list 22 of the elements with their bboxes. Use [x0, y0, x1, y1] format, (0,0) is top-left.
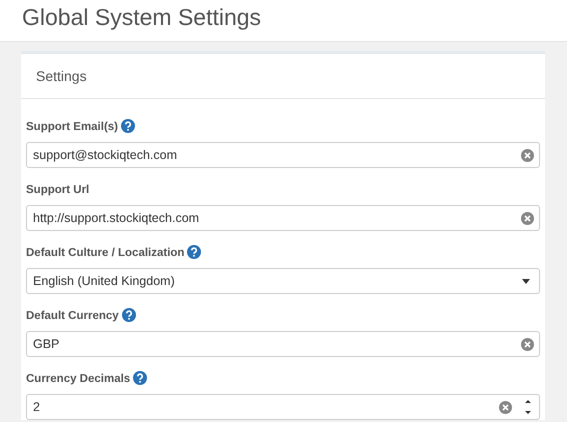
number-field[interactable]: 2 — [26, 394, 540, 420]
clear-icon[interactable] — [521, 212, 534, 224]
help-icon[interactable] — [121, 119, 136, 133]
spinner-icon[interactable] — [524, 398, 532, 416]
field-label: Default Currency — [26, 310, 119, 322]
text-field[interactable]: http://support.stockiqtech.com — [26, 205, 540, 231]
text-field[interactable]: support@stockiqtech.com — [26, 142, 540, 168]
text-field[interactable]: GBP — [26, 331, 540, 357]
dropdown-field[interactable]: English (United Kingdom) — [26, 268, 540, 294]
field-label: Support Email(s) — [26, 121, 118, 133]
help-icon[interactable] — [187, 245, 202, 259]
panel-title: Settings — [36, 66, 87, 86]
field-label: Support Url — [26, 184, 90, 196]
clear-icon[interactable] — [499, 400, 512, 414]
caret-icon[interactable] — [522, 278, 530, 284]
field-label: Currency Decimals — [26, 373, 130, 385]
page-title: Global System Settings — [22, 3, 262, 32]
help-icon[interactable] — [122, 308, 136, 322]
help-icon[interactable] — [133, 371, 148, 385]
clear-icon[interactable] — [521, 338, 534, 350]
field-label: Default Culture / Localization — [26, 247, 184, 259]
clear-icon[interactable] — [521, 148, 534, 162]
